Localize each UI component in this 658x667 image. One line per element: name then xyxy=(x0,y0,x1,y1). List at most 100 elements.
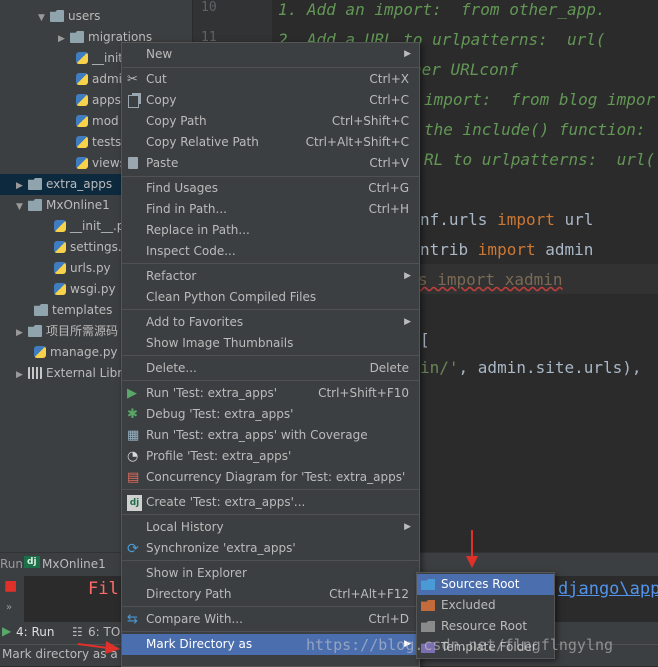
code-line: [ xyxy=(420,330,430,349)
menu-separator xyxy=(122,606,419,607)
folder-icon xyxy=(50,10,64,22)
sources-root-folder-icon xyxy=(421,579,435,590)
tree-item-source-folder[interactable]: ▶ 项目所需源码 xyxy=(16,321,118,342)
menu-separator xyxy=(122,263,419,264)
menu-separator xyxy=(122,67,419,68)
watermark: https://blog.csdn.net/flngflngylng xyxy=(306,636,614,654)
more-icon[interactable]: » xyxy=(6,602,12,613)
menu-item-clean-compiled[interactable]: Clean Python Compiled Files xyxy=(122,287,419,308)
compare-icon: ⇆ xyxy=(127,612,138,627)
submenu-arrow-icon: ▶ xyxy=(404,317,411,327)
python-file-icon xyxy=(76,136,88,148)
menu-item-concurrency-diagram[interactable]: ▤ Concurrency Diagram for 'Test: extra_ap… xyxy=(122,467,419,488)
menu-item-directory-path[interactable]: Directory Path Ctrl+Alt+F12 xyxy=(122,584,419,605)
tree-item-manage[interactable]: manage.py xyxy=(34,342,118,363)
menu-item-replace-in-path[interactable]: Replace in Path... xyxy=(122,220,419,241)
menu-item-copy-relative-path[interactable]: Copy Relative Path Ctrl+Alt+Shift+C xyxy=(122,132,419,153)
tree-item-templates[interactable]: templates xyxy=(34,300,112,321)
debug-icon: ✱ xyxy=(127,407,138,422)
tree-item-apps[interactable]: apps xyxy=(76,90,121,111)
menu-item-find-in-path[interactable]: Find in Path... Ctrl+H xyxy=(122,199,419,220)
tree-item-models[interactable]: mod xyxy=(76,111,119,132)
code-line: import: from blog impor xyxy=(424,90,656,109)
tree-item-settings[interactable]: settings. xyxy=(54,237,122,258)
stop-icon[interactable]: ■ xyxy=(4,578,17,594)
menu-item-profile-test[interactable]: ◔ Profile 'Test: extra_apps' xyxy=(122,446,419,467)
menu-item-local-history[interactable]: Local History ▶ xyxy=(122,517,419,538)
code-line: the include() function: xyxy=(424,120,646,139)
submenu-item-resource-root[interactable]: Resource Root xyxy=(417,616,554,637)
menu-item-synchronize[interactable]: ⟳ Synchronize 'extra_apps' xyxy=(122,538,419,559)
menu-item-compare-with[interactable]: ⇆ Compare With... Ctrl+D xyxy=(122,609,419,630)
submenu-arrow-icon: ▶ xyxy=(404,49,411,59)
run-tool-button[interactable]: 4: Run xyxy=(16,625,55,639)
tree-item-urls[interactable]: urls.py xyxy=(54,258,111,279)
folder-icon xyxy=(70,31,84,43)
copy-icon xyxy=(128,95,139,108)
run-tab-label[interactable]: Run xyxy=(0,557,23,571)
code-line: ntrib import admin xyxy=(420,240,594,259)
django-icon: dj xyxy=(24,556,40,568)
console-output: Fil xyxy=(88,579,119,599)
folder-icon xyxy=(28,178,42,190)
menu-item-copy-path[interactable]: Copy Path Ctrl+Shift+C xyxy=(122,111,419,132)
scissors-icon: ✂ xyxy=(127,72,138,87)
folder-icon xyxy=(28,325,42,337)
folder-icon xyxy=(34,304,48,316)
tree-item-init-py[interactable]: __init__.p xyxy=(54,216,124,237)
tree-item-external-libraries[interactable]: ▶ External Librari xyxy=(16,363,138,384)
annotation-arrow-down xyxy=(466,530,478,568)
menu-separator xyxy=(122,489,419,490)
code-line: her URLconf xyxy=(412,60,518,79)
folder-icon xyxy=(28,199,42,211)
tree-item-users[interactable]: ▼ users xyxy=(38,6,100,27)
python-file-icon xyxy=(54,283,66,295)
menu-item-cut[interactable]: ✂ Cut Ctrl+X xyxy=(122,69,419,90)
menu-item-debug-test[interactable]: ✱ Debug 'Test: extra_apps' xyxy=(122,404,419,425)
menu-item-find-usages[interactable]: Find Usages Ctrl+G xyxy=(122,178,419,199)
annotation-arrow-right xyxy=(77,641,120,654)
tree-item-views[interactable]: views xyxy=(76,153,126,174)
tree-item-init[interactable]: __init xyxy=(76,48,123,69)
tree-item-wsgi[interactable]: wsgi.py xyxy=(54,279,116,300)
python-file-icon xyxy=(76,52,88,64)
menu-item-refactor[interactable]: Refactor ▶ xyxy=(122,266,419,287)
line-number: 10 xyxy=(201,0,217,15)
menu-separator xyxy=(122,631,419,632)
excluded-folder-icon xyxy=(421,600,435,611)
menu-item-show-in-explorer[interactable]: Show in Explorer xyxy=(122,563,419,584)
sync-icon: ⟳ xyxy=(127,541,139,557)
menu-separator xyxy=(122,355,419,356)
menu-item-paste[interactable]: Paste Ctrl+V xyxy=(122,153,419,174)
console-link[interactable]: django\apps xyxy=(558,579,658,599)
run-config-name[interactable]: MxOnline1 xyxy=(42,557,106,571)
menu-separator xyxy=(122,514,419,515)
menu-item-run-test[interactable]: ▶ Run 'Test: extra_apps' Ctrl+Shift+F10 xyxy=(122,383,419,404)
paste-icon xyxy=(128,157,138,169)
python-file-icon xyxy=(76,115,88,127)
tree-item-mxonline1[interactable]: ▼ MxOnline1 xyxy=(16,195,110,216)
menu-item-add-to-favorites[interactable]: Add to Favorites ▶ xyxy=(122,312,419,333)
run-icon: ▶ xyxy=(2,624,12,638)
menu-item-show-thumbnails[interactable]: Show Image Thumbnails xyxy=(122,333,419,354)
python-file-icon xyxy=(76,73,88,85)
submenu-item-sources-root[interactable]: Sources Root xyxy=(417,574,554,595)
tree-item-tests[interactable]: tests xyxy=(76,132,121,153)
context-menu: New ▶ ✂ Cut Ctrl+X Copy Ctrl+C Copy Path Ctrl… xyxy=(121,42,420,667)
python-file-icon xyxy=(54,220,66,232)
menu-item-delete[interactable]: Delete... Delete xyxy=(122,358,419,379)
menu-item-create-test[interactable]: dj Create 'Test: extra_apps'... xyxy=(122,492,419,513)
menu-item-copy[interactable]: Copy Ctrl+C xyxy=(122,90,419,111)
submenu-item-excluded[interactable]: Excluded xyxy=(417,595,554,616)
menu-item-new[interactable]: New ▶ xyxy=(122,44,419,65)
run-icon: ▶ xyxy=(127,386,137,401)
python-file-icon xyxy=(34,346,46,358)
code-line: in/', admin.site.urls), xyxy=(420,358,642,377)
submenu-arrow-icon: ▶ xyxy=(404,271,411,281)
code-line: nf.urls import url xyxy=(420,210,594,229)
coverage-icon: ▦ xyxy=(127,428,140,443)
console-toolbar: ■ » xyxy=(0,576,24,622)
menu-item-inspect-code[interactable]: Inspect Code... xyxy=(122,241,419,262)
menu-item-run-coverage[interactable]: ▦ Run 'Test: extra_apps' with Coverage xyxy=(122,425,419,446)
tree-item-admin[interactable]: admi xyxy=(76,69,122,90)
